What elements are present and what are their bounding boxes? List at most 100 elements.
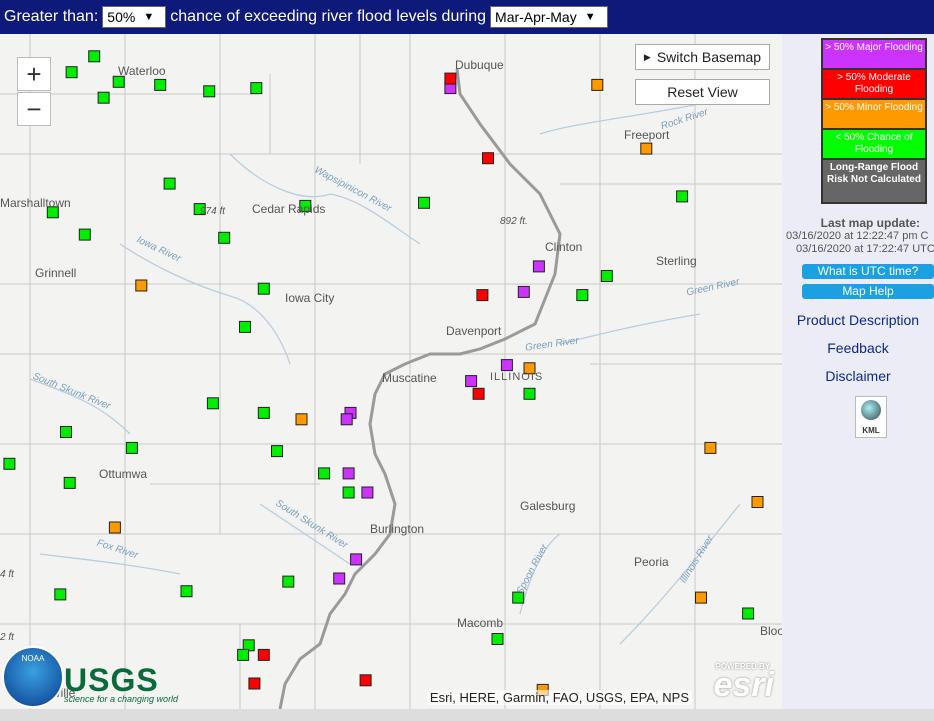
threshold-prefix: Greater than: — [4, 8, 99, 25]
place-muscatine: Muscatine — [382, 371, 437, 385]
legend-minor: > 50% Minor Flooding — [823, 100, 925, 130]
kml-download-icon[interactable]: KML — [855, 396, 887, 438]
threshold-description: chance of exceeding river flood levels d… — [170, 8, 487, 25]
gauge-marker-green[interactable] — [318, 467, 331, 480]
period-value: Mar-Apr-May — [495, 9, 577, 25]
gauge-marker-red[interactable] — [472, 387, 485, 400]
gauge-marker-orange[interactable] — [695, 591, 707, 604]
gauge-marker-orange[interactable] — [135, 279, 148, 292]
legend-less: < 50% Chance of Flooding — [823, 130, 925, 160]
switch-basemap-label: Switch Basemap — [656, 49, 762, 65]
gauge-marker-green[interactable] — [54, 588, 67, 601]
gauge-marker-purple[interactable] — [361, 486, 374, 499]
disclaimer-link[interactable]: Disclaimer — [782, 368, 934, 384]
gauge-marker-green[interactable] — [3, 457, 16, 470]
legend-moderate: > 50% Moderate Flooding — [823, 70, 925, 100]
gauge-marker-green[interactable] — [491, 633, 504, 645]
gauge-marker-purple[interactable] — [532, 260, 545, 273]
gauge-marker-orange[interactable] — [640, 142, 653, 155]
period-select[interactable]: Mar-Apr-May ▼ — [490, 6, 609, 28]
gauge-marker-green[interactable] — [250, 82, 263, 95]
gauge-marker-orange[interactable] — [704, 441, 717, 454]
gauge-marker-green[interactable] — [218, 231, 231, 244]
gauge-marker-green[interactable] — [65, 66, 78, 79]
play-arrow-icon: ▶ — [643, 51, 651, 62]
gauge-marker-green[interactable] — [63, 476, 76, 489]
last-update-heading: Last map update: — [820, 216, 920, 230]
gauge-marker-red[interactable] — [444, 72, 457, 85]
gauge-marker-green[interactable] — [342, 486, 355, 499]
bottom-strip — [0, 709, 934, 721]
place-illinois: ILLINOIS — [490, 371, 544, 383]
gauge-marker-green[interactable] — [88, 50, 101, 63]
legend-not-calculated: Long-Range Flood Risk Not Calculated — [823, 160, 925, 202]
gauge-marker-green[interactable] — [742, 607, 755, 620]
gauge-marker-red[interactable] — [482, 152, 494, 165]
gauge-marker-orange[interactable] — [591, 78, 604, 91]
gauge-marker-purple[interactable] — [517, 285, 530, 298]
gauge-marker-green[interactable] — [257, 406, 270, 419]
gauge-marker-orange[interactable] — [108, 521, 121, 534]
reset-view-button[interactable]: Reset View — [635, 79, 770, 105]
product-description-link[interactable]: Product Description — [782, 312, 934, 328]
gauge-marker-orange[interactable] — [751, 496, 764, 508]
gauge-marker-green[interactable] — [206, 397, 219, 410]
place-galesburg: Galesburg — [520, 499, 576, 513]
feedback-link[interactable]: Feedback — [782, 340, 934, 356]
place-burlington: Burlington — [370, 522, 425, 536]
gauge-marker-green[interactable] — [418, 196, 430, 209]
gauge-marker-red[interactable] — [359, 674, 372, 687]
esri-logo[interactable]: POWERED BY esri — [714, 662, 775, 705]
gauge-marker-purple[interactable] — [333, 572, 346, 585]
map-view[interactable]: Waterloo Dubuque Freeport Marshalltown C… — [0, 34, 782, 709]
place-davenport: Davenport — [446, 324, 502, 338]
gauge-marker-red[interactable] — [476, 289, 489, 302]
gauge-marker-purple[interactable] — [342, 467, 355, 480]
gauge-marker-green[interactable] — [523, 387, 536, 400]
kml-label: KML — [862, 426, 880, 435]
gauge-marker-green[interactable] — [180, 585, 193, 598]
gauge-marker-green[interactable] — [237, 648, 250, 661]
powered-by-text: POWERED BY — [715, 662, 771, 671]
gauge-marker-green[interactable] — [203, 85, 216, 98]
gauge-marker-green[interactable] — [163, 177, 176, 190]
place-ottumwa: Ottumwa — [99, 467, 148, 481]
gauge-marker-green[interactable] — [576, 289, 589, 302]
legend: > 50% Major Flooding > 50% Moderate Floo… — [821, 38, 927, 204]
elevation-974: 974 ft — [200, 206, 226, 217]
globe-icon — [861, 400, 881, 420]
gauge-marker-red[interactable] — [248, 677, 261, 690]
place-cedar-rapids: Cedar Rapids — [252, 202, 326, 216]
elevation-892: 892 ft. — [500, 216, 528, 227]
utc-help-button[interactable]: What is UTC time? — [802, 264, 934, 279]
switch-basemap-button[interactable]: ▶ Switch Basemap — [635, 44, 770, 70]
place-iowa-city: Iowa City — [285, 291, 335, 305]
gauge-marker-green[interactable] — [78, 228, 91, 241]
gauge-marker-orange[interactable] — [295, 413, 308, 426]
zoom-in-button[interactable]: + — [17, 57, 51, 91]
gauge-marker-green[interactable] — [600, 270, 613, 282]
place-waterloo: Waterloo — [118, 64, 166, 78]
dropdown-arrow-icon: ▼ — [584, 11, 596, 23]
threshold-select[interactable]: 50% ▼ — [102, 6, 167, 28]
gauge-marker-purple[interactable] — [500, 359, 513, 372]
gauge-marker-green[interactable] — [239, 320, 251, 333]
gauge-marker-purple[interactable] — [465, 375, 478, 388]
gauge-marker-green[interactable] — [154, 78, 167, 91]
gauge-marker-green[interactable] — [257, 282, 270, 295]
gauge-marker-green[interactable] — [97, 91, 110, 104]
gauge-marker-green[interactable] — [60, 426, 72, 438]
gauge-marker-green[interactable] — [125, 441, 138, 454]
gauge-marker-purple[interactable] — [350, 553, 363, 566]
map-help-button[interactable]: Map Help — [802, 284, 934, 299]
gauge-marker-green[interactable] — [676, 190, 689, 203]
gauge-marker-green[interactable] — [282, 575, 295, 588]
place-macomb: Macomb — [457, 616, 504, 630]
map-attribution[interactable]: Esri, HERE, Garmin, FAO, USGS, EPA, NPS — [426, 690, 692, 705]
gauge-marker-purple[interactable] — [340, 413, 353, 426]
place-dubuque: Dubuque — [455, 58, 504, 72]
gauge-marker-green[interactable] — [271, 445, 283, 458]
zoom-out-button[interactable]: − — [17, 92, 51, 126]
gauge-marker-red[interactable] — [257, 648, 270, 661]
top-filter-bar: Greater than: 50% ▼ chance of exceeding … — [0, 0, 934, 34]
